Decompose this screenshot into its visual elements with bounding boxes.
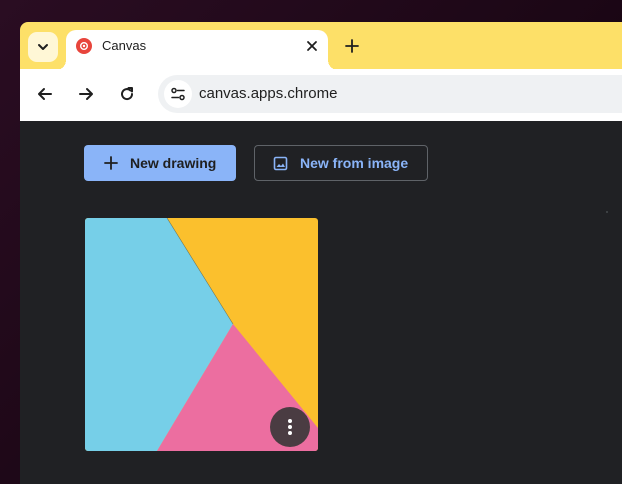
arrow-right-icon — [79, 88, 93, 100]
close-icon — [307, 41, 317, 51]
canvas-home: New drawing New from image — [20, 121, 622, 484]
back-button[interactable] — [32, 81, 58, 107]
arrow-left-icon — [38, 88, 52, 100]
tab-canvas[interactable]: Canvas — [56, 30, 338, 70]
tab-title: Canvas — [102, 38, 147, 53]
drawing-menu-button[interactable] — [270, 407, 310, 447]
tune-icon — [171, 87, 185, 101]
reload-icon — [121, 87, 134, 101]
new-from-image-button[interactable]: New from image — [254, 145, 428, 181]
scroll-indicator — [606, 211, 608, 213]
close-tab-button[interactable] — [302, 36, 322, 56]
new-tab-button[interactable] — [340, 34, 364, 58]
new-from-image-label: New from image — [300, 155, 409, 171]
url-text: canvas.apps.chrome — [199, 85, 338, 102]
forward-button[interactable] — [73, 81, 99, 107]
site-info-button[interactable] — [164, 80, 192, 108]
image-icon — [273, 156, 288, 170]
canvas-app-icon — [76, 38, 92, 54]
new-drawing-button[interactable]: New drawing — [84, 145, 236, 181]
browser-toolbar: canvas.apps.chrome — [20, 69, 622, 121]
address-bar[interactable]: canvas.apps.chrome — [158, 75, 622, 113]
tab-search-button[interactable] — [28, 32, 58, 62]
tab-strip: Canvas — [20, 22, 622, 70]
plus-icon — [345, 39, 359, 53]
plus-icon — [104, 156, 118, 170]
browser-window: Canvas canvas.apps.chrome New drawing Ne… — [20, 22, 622, 484]
new-drawing-label: New drawing — [130, 155, 217, 171]
reload-button[interactable] — [114, 81, 140, 107]
more-vert-icon — [288, 419, 292, 435]
chevron-down-icon — [38, 44, 48, 50]
